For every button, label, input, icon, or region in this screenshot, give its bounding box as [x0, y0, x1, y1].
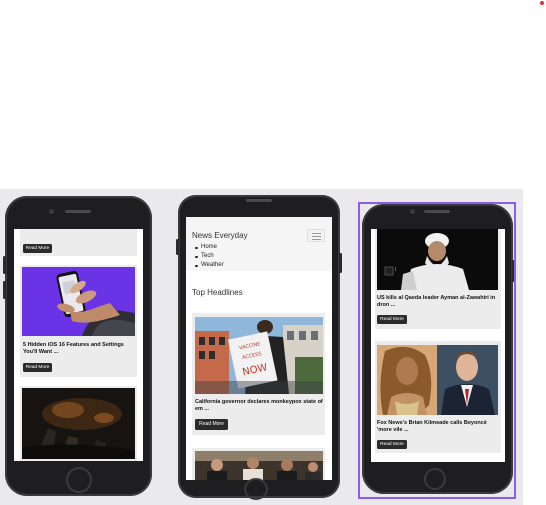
speaker-grille	[65, 210, 91, 213]
read-more-button[interactable]: Read More	[195, 419, 228, 430]
nav-item-home[interactable]: Home	[194, 243, 224, 252]
device-showcase: Read More 5 Hidden iOS 16 Features and S…	[0, 189, 523, 505]
menu-toggle-button[interactable]	[307, 229, 325, 242]
speaker-grille	[246, 199, 272, 202]
section-title: Top Headlines	[192, 288, 243, 297]
site-brand[interactable]: News Everyday	[192, 231, 248, 240]
article-thumbnail[interactable]	[22, 267, 135, 336]
phone-mockup-1: Read More 5 Hidden iOS 16 Features and S…	[3, 196, 152, 496]
nav-item-weather[interactable]: Weather	[194, 261, 224, 270]
article-thumbnail[interactable]: VACCINE ACCESS NOW	[195, 317, 323, 394]
notification-dot	[540, 1, 544, 5]
camera-dot	[49, 209, 54, 214]
phone-2-screen[interactable]: News Everyday Home Tech Weather Top Head…	[186, 217, 332, 480]
article-card	[192, 448, 325, 480]
selected-device-highlight[interactable]	[358, 202, 516, 499]
article-title[interactable]: California governor declares monkeypox s…	[195, 399, 323, 412]
read-more-button[interactable]: Read More	[23, 363, 52, 372]
page: Read More 5 Hidden iOS 16 Features and S…	[0, 0, 546, 505]
article-title[interactable]: 5 Hidden iOS 16 Features and Settings Yo…	[23, 342, 135, 355]
phone-mockup-2: News Everyday Home Tech Weather Top Head…	[176, 195, 342, 500]
article-card	[20, 386, 137, 461]
article-thumbnail[interactable]	[195, 451, 323, 480]
navbar: News Everyday Home Tech Weather	[186, 217, 332, 271]
home-button	[66, 467, 92, 493]
read-more-button[interactable]: Read More	[23, 244, 52, 253]
article-card: VACCINE ACCESS NOW California governor d…	[192, 313, 325, 435]
nav-menu: Home Tech Weather	[194, 243, 224, 270]
home-button	[244, 478, 268, 500]
nav-item-tech[interactable]: Tech	[194, 252, 224, 261]
article-card-previous: Read More	[20, 229, 137, 256]
article-thumbnail[interactable]	[22, 388, 135, 459]
article-card: 5 Hidden iOS 16 Features and Settings Yo…	[20, 265, 137, 377]
phone-1-screen[interactable]: Read More 5 Hidden iOS 16 Features and S…	[14, 229, 143, 461]
